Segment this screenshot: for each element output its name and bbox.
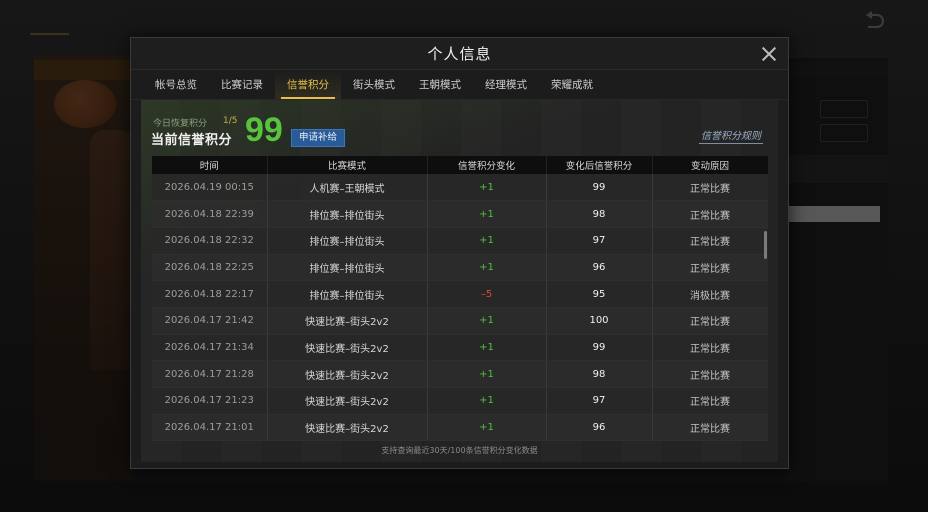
tab-honor-achievements[interactable]: 荣耀成就 xyxy=(539,70,605,99)
column-header-after: 变化后信誉积分 xyxy=(546,156,653,174)
column-header-reason: 变动原因 xyxy=(652,156,768,174)
cell-reason: 正常比赛 xyxy=(652,360,768,388)
cell-after: 96 xyxy=(546,414,653,441)
cell-mode: 排位赛–排位街头 xyxy=(267,280,428,308)
cell-time: 2026.04.18 22:32 xyxy=(152,227,268,255)
cell-reason: 正常比赛 xyxy=(652,334,768,362)
cell-change: +1 xyxy=(427,254,547,282)
cell-change: +1 xyxy=(427,227,547,255)
table-row: 2026.04.18 22:39 排位赛–排位街头 +1 98 正常比赛 xyxy=(152,200,768,228)
cell-change: +1 xyxy=(427,360,547,388)
close-icon[interactable] xyxy=(760,45,778,63)
cell-change: +1 xyxy=(427,174,547,202)
table-row: 2026.04.18 22:17 排位赛–排位街头 –5 95 消极比赛 xyxy=(152,280,768,308)
cell-after: 97 xyxy=(546,227,653,255)
tab-match-records[interactable]: 比赛记录 xyxy=(209,70,275,99)
tab-street-mode[interactable]: 街头模式 xyxy=(341,70,407,99)
credit-history-table: 时间 比赛模式 信誉积分变化 变化后信誉积分 变动原因 2026.04.19 0… xyxy=(152,156,768,441)
tab-manager-mode[interactable]: 经理模式 xyxy=(473,70,539,99)
dialog-title: 个人信息 xyxy=(427,45,492,63)
cell-after: 96 xyxy=(546,254,653,282)
table-scrollbar[interactable] xyxy=(764,231,767,259)
tab-dynasty-mode[interactable]: 王朝模式 xyxy=(407,70,473,99)
table-row: 2026.04.18 22:32 排位赛–排位街头 +1 97 正常比赛 xyxy=(152,227,768,255)
cell-reason: 正常比赛 xyxy=(652,174,768,202)
table-row: 2026.04.17 21:23 快速比赛–街头2v2 +1 97 正常比赛 xyxy=(152,387,768,415)
cell-time: 2026.04.18 22:25 xyxy=(152,254,268,282)
current-score-label: 当前信誉积分 xyxy=(151,133,233,148)
cell-time: 2026.04.17 21:28 xyxy=(152,360,268,388)
cell-mode: 快速比赛–街头2v2 xyxy=(267,307,428,335)
tab-credit-score[interactable]: 信誉积分 xyxy=(275,70,341,99)
cell-mode: 快速比赛–街头2v2 xyxy=(267,334,428,362)
recover-count: 1/5 xyxy=(223,116,238,126)
cell-after: 100 xyxy=(546,307,653,335)
cell-change: +1 xyxy=(427,307,547,335)
cell-mode: 排位赛–排位街头 xyxy=(267,227,428,255)
cell-mode: 排位赛–排位街头 xyxy=(267,254,428,282)
cell-time: 2026.04.17 21:01 xyxy=(152,414,268,441)
table-row: 2026.04.17 21:34 快速比赛–街头2v2 +1 99 正常比赛 xyxy=(152,334,768,362)
cell-after: 99 xyxy=(546,334,653,362)
table-header-row: 时间 比赛模式 信誉积分变化 变化后信誉积分 变动原因 xyxy=(152,156,768,174)
cell-change: +1 xyxy=(427,200,547,228)
query-limit-note: 支持查询最近30天/100条信誉积分变化数据 xyxy=(381,446,538,455)
cell-reason: 正常比赛 xyxy=(652,414,768,441)
cell-time: 2026.04.18 22:39 xyxy=(152,200,268,228)
credit-score-panel: 今日恢复积分 1/5 当前信誉积分 99 申请补给 信誉积分规则 时间 比赛模式… xyxy=(141,100,778,462)
cell-after: 98 xyxy=(546,360,653,388)
column-header-change: 信誉积分变化 xyxy=(427,156,547,174)
recover-label: 今日恢复积分 xyxy=(153,119,208,129)
cell-reason: 消极比赛 xyxy=(652,280,768,308)
cell-reason: 正常比赛 xyxy=(652,307,768,335)
table-row: 2026.04.17 21:01 快速比赛–街头2v2 +1 96 正常比赛 xyxy=(152,414,768,441)
cell-mode: 快速比赛–街头2v2 xyxy=(267,387,428,415)
cell-reason: 正常比赛 xyxy=(652,227,768,255)
cell-mode: 人机赛–王朝模式 xyxy=(267,174,428,202)
cell-reason: 正常比赛 xyxy=(652,200,768,228)
cell-time: 2026.04.18 22:17 xyxy=(152,280,268,308)
table-row: 2026.04.17 21:28 快速比赛–街头2v2 +1 98 正常比赛 xyxy=(152,360,768,388)
cell-after: 99 xyxy=(546,174,653,202)
cell-reason: 正常比赛 xyxy=(652,387,768,415)
cell-time: 2026.04.17 21:34 xyxy=(152,334,268,362)
cell-mode: 快速比赛–街头2v2 xyxy=(267,414,428,441)
credit-rules-link[interactable]: 信誉积分规则 xyxy=(699,127,763,144)
personal-info-dialog: 个人信息 帐号总览 比赛记录 信誉积分 街头模式 王朝模式 经理模式 荣耀成就 … xyxy=(130,37,789,469)
cell-after: 97 xyxy=(546,387,653,415)
cell-time: 2026.04.19 00:15 xyxy=(152,174,268,202)
cell-time: 2026.04.17 21:23 xyxy=(152,387,268,415)
cell-reason: 正常比赛 xyxy=(652,254,768,282)
cell-change: +1 xyxy=(427,387,547,415)
dialog-header: 个人信息 xyxy=(131,38,788,70)
apply-supply-button[interactable]: 申请补给 xyxy=(291,129,345,147)
cell-after: 98 xyxy=(546,200,653,228)
cell-change: +1 xyxy=(427,334,547,362)
table-row: 2026.04.17 21:42 快速比赛–街头2v2 +1 100 正常比赛 xyxy=(152,307,768,335)
dialog-tabs: 帐号总览 比赛记录 信誉积分 街头模式 王朝模式 经理模式 荣耀成就 xyxy=(131,70,788,100)
cell-after: 95 xyxy=(546,280,653,308)
tab-account-overview[interactable]: 帐号总览 xyxy=(143,70,209,99)
column-header-time: 时间 xyxy=(152,156,268,174)
table-row: 2026.04.19 00:15 人机赛–王朝模式 +1 99 正常比赛 xyxy=(152,174,768,202)
current-score-value: 99 xyxy=(245,111,283,149)
table-row: 2026.04.18 22:25 排位赛–排位街头 +1 96 正常比赛 xyxy=(152,254,768,282)
cell-mode: 排位赛–排位街头 xyxy=(267,200,428,228)
cell-mode: 快速比赛–街头2v2 xyxy=(267,360,428,388)
cell-time: 2026.04.17 21:42 xyxy=(152,307,268,335)
cell-change: –5 xyxy=(427,280,547,308)
cell-change: +1 xyxy=(427,414,547,441)
credit-summary: 今日恢复积分 1/5 当前信誉积分 99 申请补给 信誉积分规则 xyxy=(149,110,769,150)
column-header-mode: 比赛模式 xyxy=(267,156,428,174)
